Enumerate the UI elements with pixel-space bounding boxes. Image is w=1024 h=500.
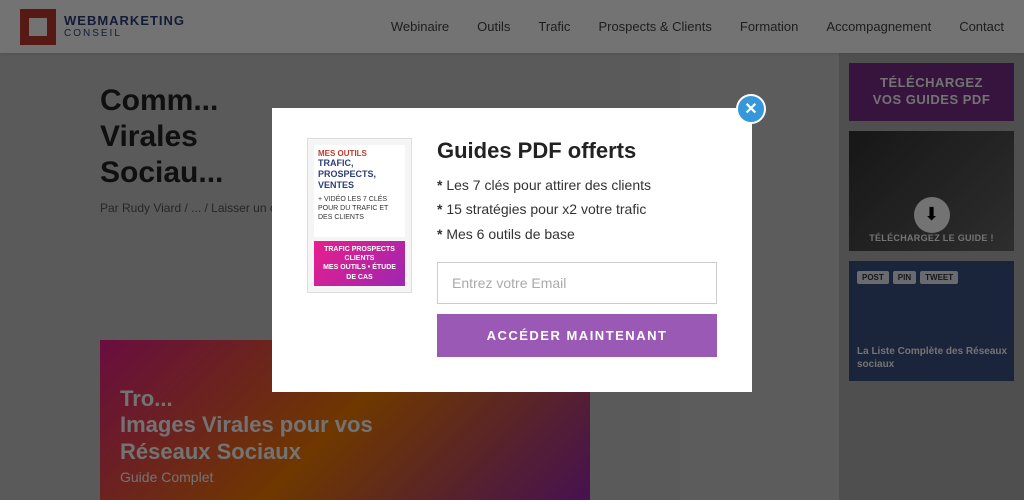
- modal-content: Guides PDF offerts Les 7 clés pour attir…: [437, 138, 717, 358]
- book-title-2: TRAFIC,: [318, 158, 401, 169]
- bullet-2: 15 stratégies pour x2 votre trafic: [437, 200, 717, 220]
- book-title-3: PROSPECTS,: [318, 169, 401, 180]
- book-title-4: VENTES: [318, 180, 401, 191]
- modal-overlay: ✕ MES OUTILS TRAFIC, PROSPECTS, VENTES +…: [0, 0, 1024, 500]
- book-cover-top: MES OUTILS TRAFIC, PROSPECTS, VENTES + V…: [314, 145, 405, 238]
- book-bottom-text: TRAFIC PROSPECTS CLIENTS MES OUTILS • ÉT…: [318, 245, 401, 281]
- book-title-1: MES OUTILS: [318, 149, 401, 159]
- modal-close-button[interactable]: ✕: [736, 94, 766, 124]
- book-subtitle: + VIDÉO LES 7 CLÉS POUR DU TRAFIC ET DES…: [318, 195, 401, 222]
- book-cover: MES OUTILS TRAFIC, PROSPECTS, VENTES + V…: [307, 138, 412, 293]
- cta-button[interactable]: ACCÉDER MAINTENANT: [437, 314, 717, 357]
- book-bottom: TRAFIC PROSPECTS CLIENTS MES OUTILS • ÉT…: [314, 241, 405, 285]
- modal-book: MES OUTILS TRAFIC, PROSPECTS, VENTES + V…: [307, 138, 417, 293]
- email-input[interactable]: [437, 262, 717, 304]
- modal-title: Guides PDF offerts: [437, 138, 717, 164]
- bullet-1: Les 7 clés pour attirer des clients: [437, 176, 717, 196]
- modal-bullets: Les 7 clés pour attirer des clients 15 s…: [437, 176, 717, 245]
- modal: ✕ MES OUTILS TRAFIC, PROSPECTS, VENTES +…: [272, 108, 752, 393]
- bullet-3: Mes 6 outils de base: [437, 225, 717, 245]
